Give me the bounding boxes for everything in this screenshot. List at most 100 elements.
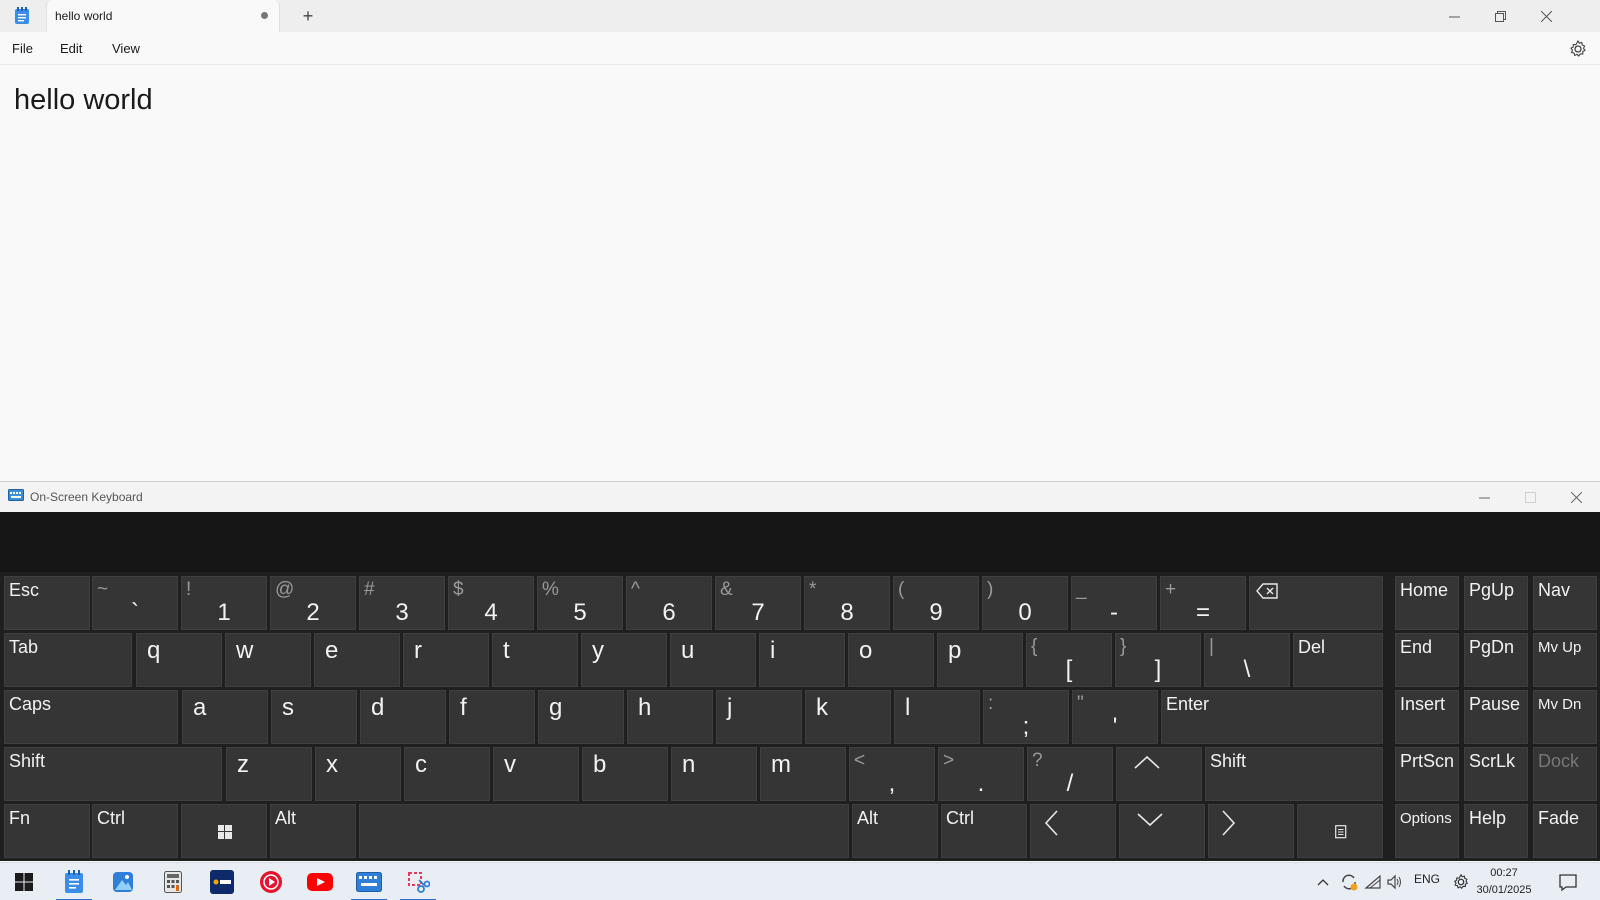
key-slash[interactable]: ? / [1027,747,1113,801]
key-g[interactable]: g [538,690,624,744]
key-arrow-down[interactable] [1119,804,1205,858]
key-left-bracket[interactable]: {[ [1026,633,1112,687]
taskbar-uol-button[interactable] [198,863,246,900]
key-o[interactable]: o [848,633,934,687]
key-0[interactable]: ) 0 [982,576,1068,630]
key-4[interactable]: $4 [448,576,534,630]
key-nav[interactable]: Nav [1533,576,1597,630]
key-pause[interactable]: Pause [1464,690,1528,744]
key-6[interactable]: ^ 6 [626,576,712,630]
key-space[interactable] [359,804,849,858]
taskbar-media-player-button[interactable] [247,863,295,900]
document-tab[interactable]: hello world [46,0,280,32]
key-w[interactable]: w [225,633,311,687]
key-j[interactable]: j [716,690,802,744]
key-alt[interactable]: Alt [852,804,938,858]
key-end[interactable]: End [1395,633,1459,687]
key-context-menu[interactable] [1297,804,1383,858]
key-r[interactable]: r [403,633,489,687]
chevron-up-icon[interactable] [1317,877,1329,887]
key-1[interactable]: ! 1 [181,576,267,630]
key-prtscn[interactable]: PrtScn [1395,747,1459,801]
key-arrow-up[interactable] [1116,747,1202,801]
key-8[interactable]: * 8 [804,576,890,630]
sync-icon[interactable] [1339,872,1359,892]
restore-button[interactable] [1477,0,1523,32]
key-i[interactable]: i [759,633,845,687]
key-e[interactable]: e [314,633,400,687]
key-arrow-left[interactable] [1030,804,1116,858]
key-right-bracket[interactable]: }] [1115,633,1201,687]
key-p[interactable]: p [937,633,1023,687]
key-enter[interactable]: Enter [1161,690,1383,744]
key-windows-logo[interactable] [181,804,267,858]
taskbar-on-screen-keyboard-button[interactable] [345,863,393,900]
key-esc[interactable]: Esc [4,576,90,630]
key-fn[interactable]: Fn [4,804,90,858]
key-k[interactable]: k [805,690,891,744]
key-semicolon[interactable]: :; [983,690,1069,744]
key-h[interactable]: h [627,690,713,744]
key-pgdn[interactable]: PgDn [1464,633,1528,687]
key-home[interactable]: Home [1395,576,1459,630]
key-insert[interactable]: Insert [1395,690,1459,744]
taskbar-calculator-button[interactable] [149,863,197,900]
key-help[interactable]: Help [1464,804,1528,858]
key-7[interactable]: & 7 [715,576,801,630]
key-fade[interactable]: Fade [1533,804,1597,858]
key-3[interactable]: #3 [359,576,445,630]
key-options[interactable]: Options [1395,804,1459,858]
key-arrow-right[interactable] [1208,804,1294,858]
language-indicator[interactable]: ENG [1414,872,1440,886]
key-s[interactable]: s [271,690,357,744]
key-t[interactable]: t [492,633,578,687]
unsaved-indicator-icon[interactable] [261,12,268,19]
volume-icon[interactable] [1386,874,1404,890]
key-5[interactable]: % 5 [537,576,623,630]
key-pgup[interactable]: PgUp [1464,576,1528,630]
key-y[interactable]: y [581,633,667,687]
key-mv-up[interactable]: Mv Up [1533,633,1597,687]
key-l[interactable]: l [894,690,980,744]
network-icon[interactable] [1364,874,1382,890]
key-del[interactable]: Del [1293,633,1383,687]
key-q[interactable]: q [136,633,222,687]
taskbar-notepad-button[interactable] [50,863,98,900]
key-9[interactable]: (9 [893,576,979,630]
key-backslash[interactable]: | \ [1204,633,1290,687]
key-equals[interactable]: + = [1160,576,1246,630]
osk-close-button[interactable] [1553,482,1599,512]
key-d[interactable]: d [360,690,446,744]
key-f[interactable]: f [449,690,535,744]
menu-edit[interactable]: Edit [60,41,82,56]
key-a[interactable]: a [182,690,268,744]
key-scrlk[interactable]: ScrLk [1464,747,1528,801]
key-z[interactable]: z [226,747,312,801]
text-editor[interactable]: hello world [0,66,1600,480]
taskbar-youtube-button[interactable] [296,863,344,900]
key-backtick[interactable]: ~ ` [92,576,178,630]
key-mv-dn[interactable]: Mv Dn [1533,690,1597,744]
key-tab[interactable]: Tab [4,633,132,687]
new-tab-button[interactable]: + [296,4,320,28]
key-c[interactable]: c [404,747,490,801]
key-period[interactable]: >. [938,747,1024,801]
key-n[interactable]: n [671,747,757,801]
key-caps[interactable]: Caps [4,690,178,744]
menu-file[interactable]: File [12,41,33,56]
key-m[interactable]: m [760,747,846,801]
key-v[interactable]: v [493,747,579,801]
key-2[interactable]: @2 [270,576,356,630]
key-shift[interactable]: Shift [1205,747,1383,801]
system-clock[interactable]: 00:27 30/01/2025 [1462,865,1546,899]
key-alt[interactable]: Alt [270,804,356,858]
key-x[interactable]: x [315,747,401,801]
key-apostrophe[interactable]: " ' [1072,690,1158,744]
taskbar-start-button[interactable] [0,863,48,900]
osk-minimize-button[interactable] [1461,482,1507,512]
key-ctrl[interactable]: Ctrl [941,804,1027,858]
close-button[interactable] [1523,0,1569,32]
key-backspace[interactable] [1249,576,1383,630]
settings-gear-icon[interactable] [1568,39,1588,59]
key-ctrl[interactable]: Ctrl [92,804,178,858]
